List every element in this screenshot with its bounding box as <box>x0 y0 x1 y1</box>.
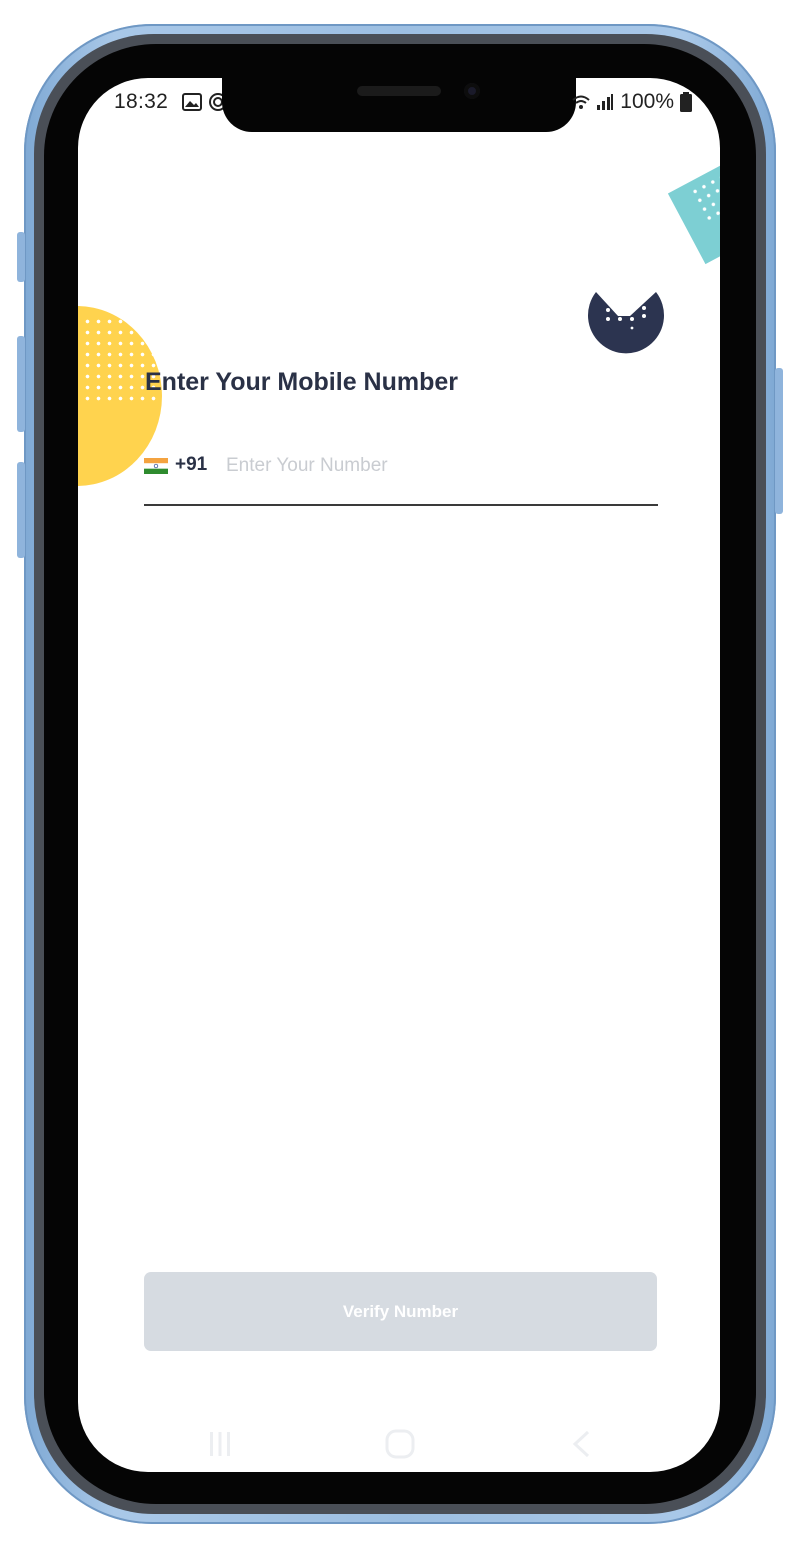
page-title: Enter Your Mobile Number <box>145 368 459 396</box>
app-screen: 18:32 100% Enter Your Mobile Number +91 … <box>78 78 720 1472</box>
power-button <box>775 368 783 514</box>
phone-notch <box>222 78 576 132</box>
phone-mockup: 18:32 100% Enter Your Mobile Number +91 … <box>0 0 800 1550</box>
status-right-icons: 100% <box>572 90 692 114</box>
home-icon <box>385 1429 415 1459</box>
decor-navy-shape <box>588 292 664 354</box>
verify-number-button[interactable]: Verify Number <box>144 1272 657 1351</box>
recent-apps-icon <box>210 1432 230 1456</box>
home-button[interactable] <box>380 1428 420 1460</box>
wifi-icon <box>572 95 590 109</box>
phone-number-field: +91 <box>144 451 658 506</box>
volume-down-button <box>17 462 25 558</box>
battery-icon <box>680 92 692 112</box>
india-flag-icon[interactable] <box>144 458 168 474</box>
signal-icon <box>597 94 614 110</box>
volume-up-button <box>17 336 25 432</box>
country-code[interactable]: +91 <box>175 454 207 476</box>
decor-teal-shape <box>667 155 720 265</box>
back-icon <box>572 1430 590 1458</box>
speaker-grille <box>357 86 441 96</box>
status-time: 18:32 <box>114 90 169 113</box>
battery-percentage: 100% <box>620 90 674 113</box>
decor-dots <box>688 170 720 225</box>
action-button <box>17 232 25 282</box>
recent-apps-button[interactable] <box>200 1428 240 1460</box>
image-icon <box>182 93 202 111</box>
input-underline <box>144 504 658 506</box>
navigation-bar <box>78 1418 720 1468</box>
back-button[interactable] <box>562 1428 602 1460</box>
phone-number-input[interactable] <box>226 451 646 481</box>
front-camera <box>464 83 480 99</box>
